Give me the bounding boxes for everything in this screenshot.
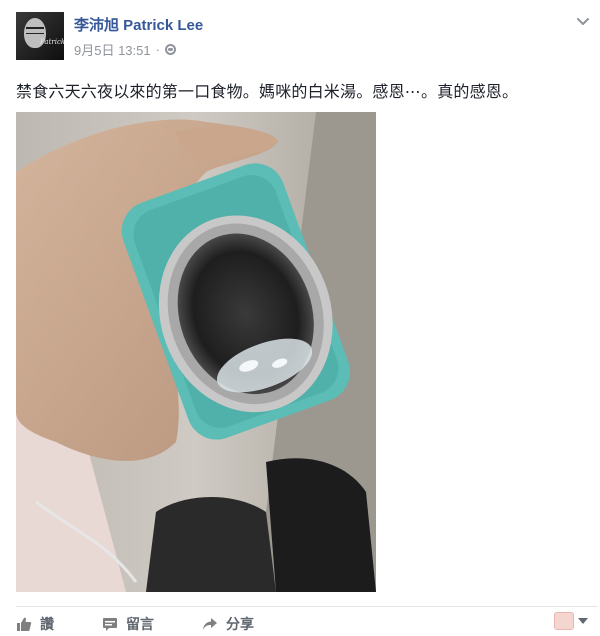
- reaction-icon: [554, 612, 574, 630]
- share-button[interactable]: 分享: [202, 614, 254, 634]
- author-name[interactable]: 李沛旭 Patrick Lee: [74, 14, 203, 35]
- comment-label: 留言: [126, 616, 154, 632]
- caret-down-icon: [578, 618, 588, 624]
- like-label: 讚: [40, 616, 54, 632]
- post-photo[interactable]: [16, 112, 376, 592]
- reaction-selector[interactable]: [554, 612, 588, 630]
- avatar-glasses: [26, 27, 44, 34]
- chevron-down-icon[interactable]: [576, 14, 590, 28]
- post-timestamp[interactable]: 9月5日 13:51: [74, 40, 151, 59]
- actions-divider: [16, 606, 598, 607]
- author-avatar[interactable]: Patrick Lee: [16, 12, 64, 60]
- facebook-post: Patrick Lee 李沛旭 Patrick Lee 9月5日 13:51 ·…: [0, 0, 600, 632]
- meta-separator: ·: [155, 42, 160, 57]
- post-meta: 9月5日 13:51 ·: [74, 40, 176, 59]
- post-message: 禁食六天六夜以來的第一口食物。媽咪的白米湯。感恩⋯。真的感恩。: [16, 84, 519, 101]
- globe-icon[interactable]: [164, 44, 176, 55]
- post-actions: 讚 留言 分享: [16, 612, 302, 636]
- share-label: 分享: [226, 616, 254, 632]
- avatar-signature: Patrick Lee: [40, 38, 64, 46]
- comment-button[interactable]: 留言: [102, 614, 154, 634]
- like-button[interactable]: 讚: [16, 614, 54, 634]
